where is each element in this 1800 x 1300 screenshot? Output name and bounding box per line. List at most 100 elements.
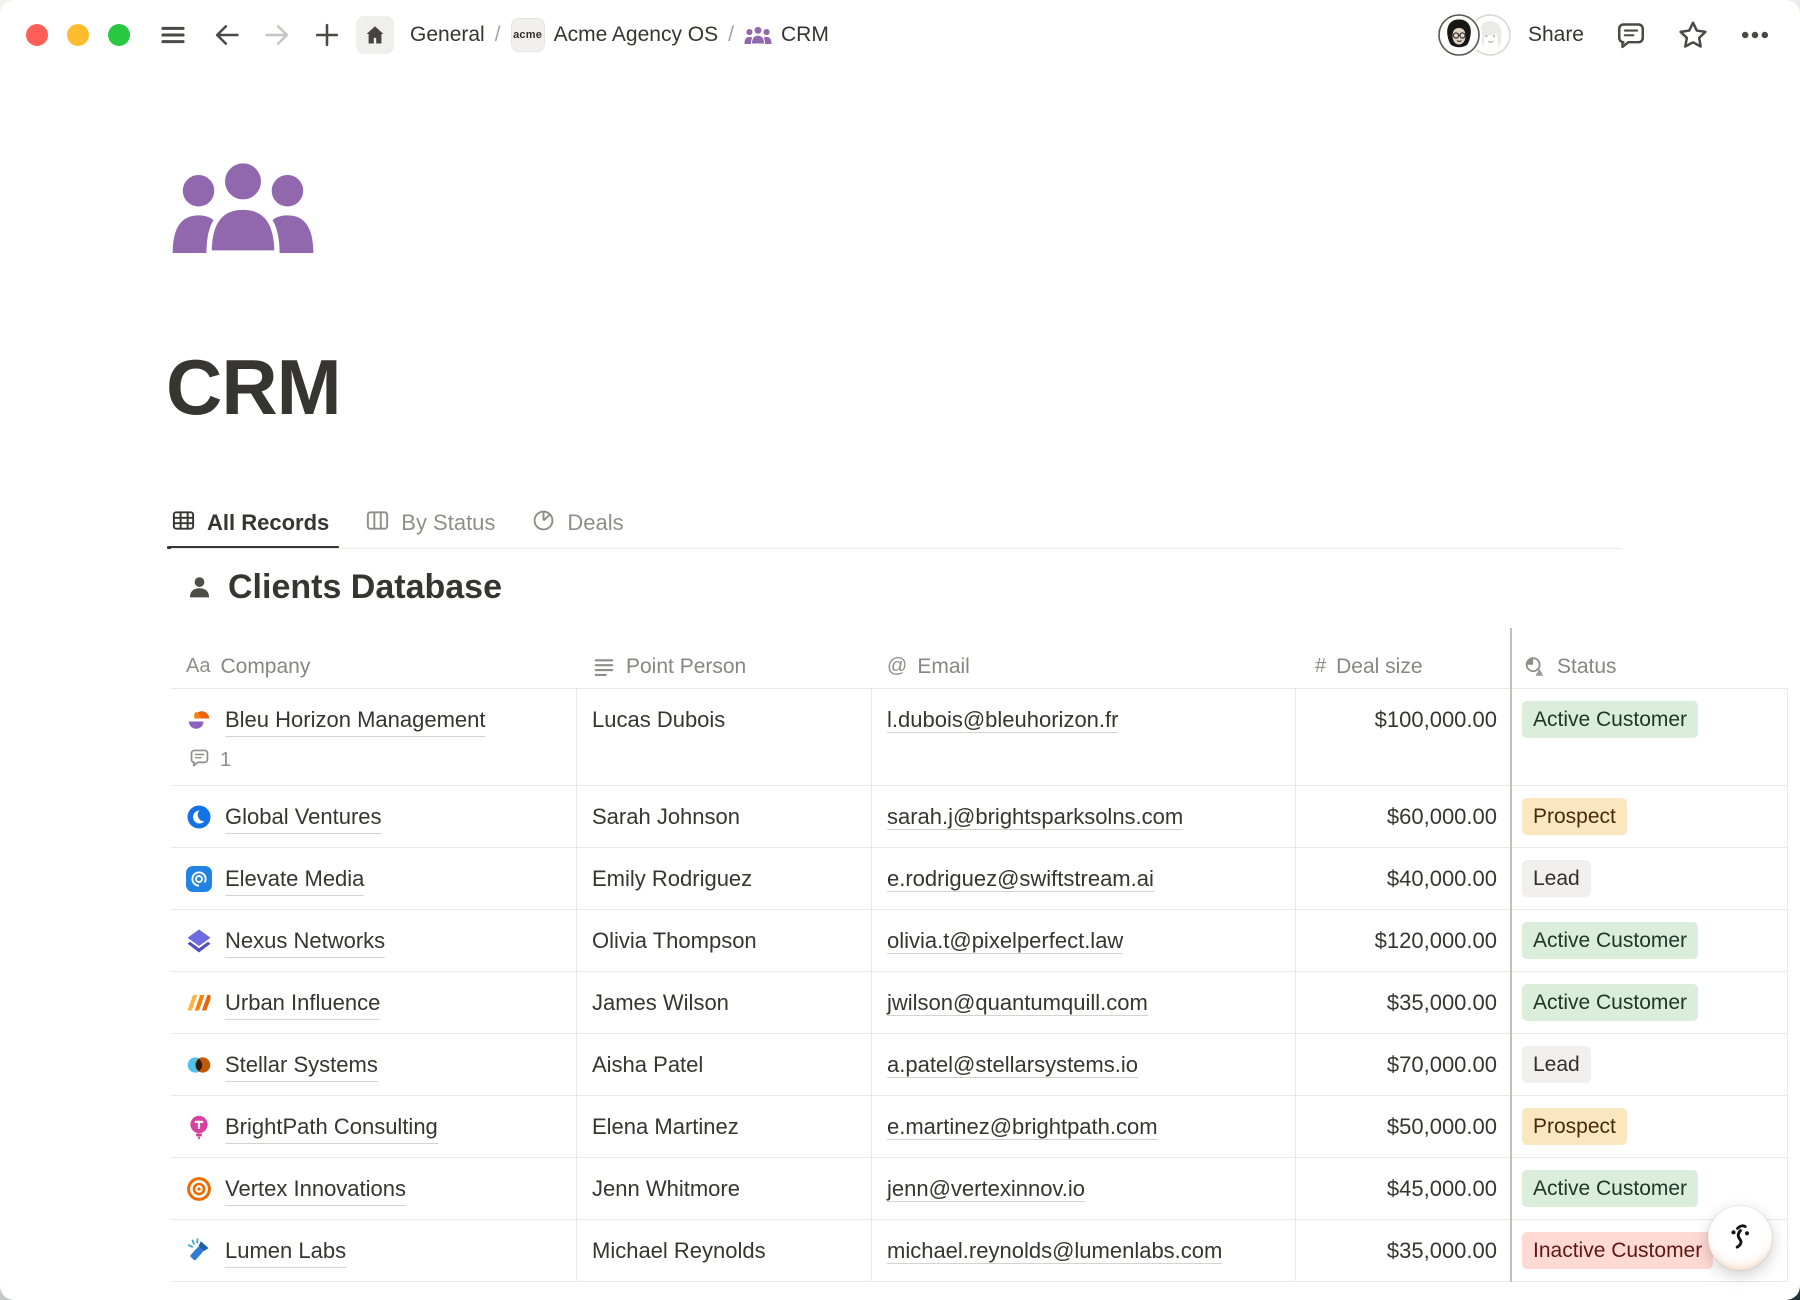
deal-size-cell[interactable]: $50,000.00 xyxy=(1295,1096,1510,1157)
point-person-cell[interactable]: Olivia Thompson xyxy=(576,910,871,971)
email-cell[interactable]: sarah.j@brightsparksolns.com xyxy=(871,786,1295,847)
status-cell[interactable]: Lead xyxy=(1510,848,1788,909)
email-cell[interactable]: jwilson@quantumquill.com xyxy=(871,972,1295,1033)
email-cell[interactable]: a.patel@stellarsystems.io xyxy=(871,1034,1295,1095)
deal-size-cell[interactable]: $40,000.00 xyxy=(1295,848,1510,909)
company-name-link[interactable]: BrightPath Consulting xyxy=(225,1110,438,1144)
column-header-point-person[interactable]: Point Person xyxy=(576,655,871,679)
point-person-cell[interactable]: Jenn Whitmore xyxy=(576,1158,871,1219)
column-divider[interactable] xyxy=(1295,689,1296,1282)
deal-size-cell[interactable]: $70,000.00 xyxy=(1295,1034,1510,1095)
status-badge[interactable]: Active Customer xyxy=(1522,922,1698,959)
column-header-company[interactable]: Aa Company xyxy=(171,655,576,679)
status-badge[interactable]: Active Customer xyxy=(1522,984,1698,1021)
email-cell[interactable]: michael.reynolds@lumenlabs.com xyxy=(871,1220,1295,1281)
avatar[interactable] xyxy=(1438,14,1480,56)
email-link[interactable]: jenn@vertexinnov.io xyxy=(887,1176,1085,1202)
breadcrumb-item[interactable]: CRM xyxy=(738,19,835,51)
deal-size-cell[interactable]: $120,000.00 xyxy=(1295,910,1510,971)
forward-icon[interactable] xyxy=(262,20,292,50)
email-link[interactable]: e.martinez@brightpath.com xyxy=(887,1114,1158,1140)
sidebar-toggle-icon[interactable] xyxy=(158,20,188,50)
page-icon-people-group[interactable] xyxy=(170,160,316,262)
deal-size-cell[interactable]: $60,000.00 xyxy=(1295,786,1510,847)
status-cell[interactable]: Active Customer xyxy=(1510,689,1788,785)
company-cell[interactable]: Global Ventures xyxy=(171,786,576,847)
column-divider[interactable] xyxy=(871,689,872,1282)
company-name-link[interactable]: Global Ventures xyxy=(225,800,382,834)
email-link[interactable]: olivia.t@pixelperfect.law xyxy=(887,928,1123,954)
home-button[interactable] xyxy=(356,16,394,54)
status-badge[interactable]: Lead xyxy=(1522,1046,1591,1083)
breadcrumb-item[interactable]: General xyxy=(404,19,491,51)
company-name-link[interactable]: Urban Influence xyxy=(225,986,380,1020)
deal-size-cell[interactable]: $45,000.00 xyxy=(1295,1158,1510,1219)
column-divider[interactable] xyxy=(576,689,577,1282)
company-name-link[interactable]: Lumen Labs xyxy=(225,1234,346,1268)
share-button[interactable]: Share xyxy=(1528,23,1584,47)
minimize-button[interactable] xyxy=(67,24,89,46)
favorite-star-icon[interactable] xyxy=(1676,18,1710,52)
company-name-link[interactable]: Stellar Systems xyxy=(225,1048,378,1082)
comments-icon[interactable] xyxy=(1614,18,1648,52)
status-cell[interactable]: Prospect xyxy=(1510,1096,1788,1157)
point-person-cell[interactable]: Lucas Dubois xyxy=(576,689,871,785)
company-cell[interactable]: Elevate Media xyxy=(171,848,576,909)
comment-indicator[interactable]: 1 xyxy=(171,737,576,775)
company-cell[interactable]: Vertex Innovations xyxy=(171,1158,576,1219)
zoom-button[interactable] xyxy=(108,24,130,46)
tab-deals[interactable]: Deals xyxy=(531,497,623,549)
status-badge[interactable]: Inactive Customer xyxy=(1522,1232,1713,1269)
status-cell[interactable]: Active Customer xyxy=(1510,910,1788,971)
status-cell[interactable]: Active Customer xyxy=(1510,972,1788,1033)
tab-all-records[interactable]: All Records xyxy=(171,497,329,549)
status-cell[interactable]: Prospect xyxy=(1510,786,1788,847)
page-title[interactable]: CRM xyxy=(166,342,341,433)
point-person-cell[interactable]: Aisha Patel xyxy=(576,1034,871,1095)
close-button[interactable] xyxy=(26,24,48,46)
email-cell[interactable]: e.rodriguez@swiftstream.ai xyxy=(871,848,1295,909)
column-header-deal-size[interactable]: # Deal size xyxy=(1295,655,1510,679)
email-link[interactable]: e.rodriguez@swiftstream.ai xyxy=(887,866,1154,892)
company-name-link[interactable]: Vertex Innovations xyxy=(225,1172,406,1206)
column-divider[interactable] xyxy=(1787,689,1788,1282)
status-badge[interactable]: Prospect xyxy=(1522,798,1627,835)
tab-by-status[interactable]: By Status xyxy=(365,497,495,549)
status-cell[interactable]: Lead xyxy=(1510,1034,1788,1095)
deal-size-cell[interactable]: $35,000.00 xyxy=(1295,972,1510,1033)
company-cell[interactable]: Urban Influence xyxy=(171,972,576,1033)
company-name-link[interactable]: Bleu Horizon Management xyxy=(225,703,485,737)
breadcrumb-item[interactable]: acme Acme Agency OS xyxy=(505,14,725,56)
company-cell[interactable]: BrightPath Consulting xyxy=(171,1096,576,1157)
company-cell[interactable]: Lumen Labs xyxy=(171,1220,576,1281)
email-link[interactable]: l.dubois@bleuhorizon.fr xyxy=(887,707,1118,733)
more-options-icon[interactable] xyxy=(1738,18,1772,52)
database-title[interactable]: Clients Database xyxy=(228,568,502,607)
point-person-cell[interactable]: Emily Rodriguez xyxy=(576,848,871,909)
status-badge[interactable]: Active Customer xyxy=(1522,701,1698,738)
email-cell[interactable]: olivia.t@pixelperfect.law xyxy=(871,910,1295,971)
email-link[interactable]: michael.reynolds@lumenlabs.com xyxy=(887,1238,1222,1264)
email-link[interactable]: jwilson@quantumquill.com xyxy=(887,990,1148,1016)
point-person-cell[interactable]: Elena Martinez xyxy=(576,1096,871,1157)
status-badge[interactable]: Prospect xyxy=(1522,1108,1627,1145)
company-name-link[interactable]: Nexus Networks xyxy=(225,924,385,958)
notion-ai-button[interactable] xyxy=(1708,1206,1772,1270)
status-badge[interactable]: Active Customer xyxy=(1522,1170,1698,1207)
status-column-divider[interactable] xyxy=(1510,628,1512,1282)
deal-size-cell[interactable]: $100,000.00 xyxy=(1295,689,1510,785)
status-badge[interactable]: Lead xyxy=(1522,860,1591,897)
point-person-cell[interactable]: Michael Reynolds xyxy=(576,1220,871,1281)
column-header-email[interactable]: @ Email xyxy=(871,655,1295,679)
deal-size-cell[interactable]: $35,000.00 xyxy=(1295,1220,1510,1281)
company-cell[interactable]: Stellar Systems xyxy=(171,1034,576,1095)
new-tab-icon[interactable] xyxy=(312,20,342,50)
point-person-cell[interactable]: Sarah Johnson xyxy=(576,786,871,847)
company-cell[interactable]: Bleu Horizon Management 1 xyxy=(171,689,576,785)
back-icon[interactable] xyxy=(212,20,242,50)
email-link[interactable]: a.patel@stellarsystems.io xyxy=(887,1052,1138,1078)
email-link[interactable]: sarah.j@brightsparksolns.com xyxy=(887,804,1183,830)
point-person-cell[interactable]: James Wilson xyxy=(576,972,871,1033)
column-header-status[interactable]: Status xyxy=(1510,655,1788,679)
email-cell[interactable]: e.martinez@brightpath.com xyxy=(871,1096,1295,1157)
